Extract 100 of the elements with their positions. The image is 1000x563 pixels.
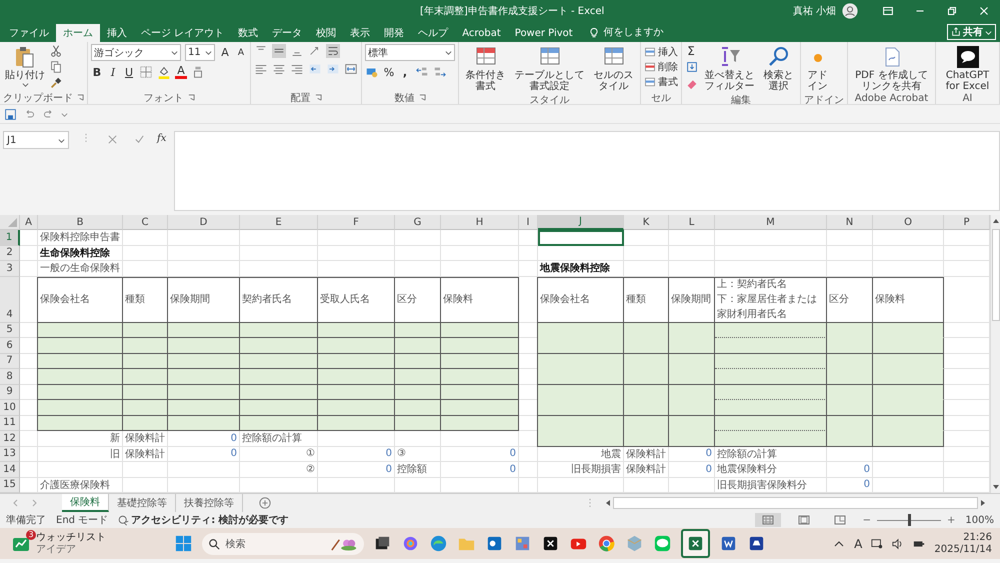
font-size-dropdown[interactable]: 11 — [185, 44, 215, 61]
column-header[interactable]: C — [123, 215, 168, 230]
group-label: アドイン — [804, 94, 844, 106]
edit-button[interactable]: 検索と選択 — [760, 44, 797, 93]
add-in-button[interactable]: アドイン — [804, 44, 831, 93]
chat-addin-button[interactable]: ChatGPT for Excel — [939, 44, 996, 93]
cells-button[interactable]: 挿入 — [644, 44, 678, 59]
row-header[interactable]: 12 — [0, 431, 20, 446]
row-header[interactable]: 8 — [0, 369, 20, 384]
sheet-cell: 保険料計 — [624, 446, 669, 462]
search-field[interactable]: 検索 — [202, 532, 364, 554]
bold-button[interactable]: B — [91, 66, 103, 78]
sheet-cell: 0 — [441, 446, 519, 462]
create-pdf-button[interactable]: PDF を作成してリンクを共有 — [851, 44, 932, 93]
ribbon-tab[interactable]: データ — [265, 24, 310, 42]
paste-button[interactable]: 貼り付け — [3, 44, 47, 89]
group-label: Adobe Acrobat — [854, 93, 928, 104]
percent-button[interactable]: % — [383, 66, 395, 78]
group-label: 数値 — [394, 92, 414, 104]
row-header[interactable]: 4 — [0, 276, 20, 322]
row-header[interactable]: 6 — [0, 338, 20, 354]
ribbon-tab[interactable]: Acrobat — [455, 24, 508, 42]
table-header-cell: 区分 — [395, 276, 441, 322]
tell-me-field[interactable]: 何をしますか — [604, 25, 664, 42]
zoom-level[interactable]: 100% — [965, 514, 994, 526]
column-header[interactable]: A — [20, 215, 38, 230]
sheet-tab[interactable]: 保険料 — [62, 494, 109, 512]
table-header-cell: 保険期間 — [669, 276, 715, 322]
row-header[interactable]: 13 — [0, 446, 20, 462]
zoom-in-button[interactable]: + — [947, 514, 956, 526]
ribbon-tab[interactable]: 表示 — [343, 24, 378, 42]
column-header[interactable]: B — [38, 215, 123, 230]
widget-button[interactable]: 3 ウォッチリスト アイデア — [12, 532, 106, 556]
row-header[interactable]: 10 — [0, 400, 20, 416]
row-header[interactable]: 14 — [0, 462, 20, 478]
input-method-indicator[interactable]: A — [854, 536, 862, 550]
row-header[interactable]: 1 — [0, 230, 20, 246]
column-header[interactable]: O — [873, 215, 944, 230]
accessibility-status[interactable]: アクセシビリティ: 検討が必要です — [131, 513, 289, 527]
ribbon-tab[interactable]: Power Pivot — [508, 24, 580, 42]
sheet-cell: 0 — [168, 431, 240, 446]
column-header[interactable]: M — [715, 215, 827, 230]
column-header[interactable]: N — [827, 215, 873, 230]
group-label: クリップボード — [3, 92, 73, 104]
share-button[interactable]: 共有 — [947, 24, 996, 40]
font-name-dropdown[interactable]: 游ゴシック — [91, 44, 181, 61]
row-header[interactable]: 11 — [0, 416, 20, 431]
column-header[interactable]: K — [624, 215, 669, 230]
sheet-cell: 保険料計 — [123, 431, 168, 446]
ribbon-tab[interactable]: ファイル — [2, 24, 56, 42]
table-header-cell: 保険会社名 — [38, 276, 123, 322]
ribbon-tab[interactable]: 開発 — [377, 24, 412, 42]
row-header[interactable]: 7 — [0, 354, 20, 369]
comma-style-button[interactable]: , — [399, 66, 411, 78]
insert-function-button[interactable]: fx — [157, 133, 166, 144]
shrink-font-button[interactable]: A — [235, 48, 247, 58]
column-header[interactable]: I — [519, 215, 538, 230]
table-header-cell: 保険料 — [441, 276, 519, 322]
style-button[interactable]: セルのスタイル — [590, 44, 637, 93]
cell-text: 下：家屋居住者または — [717, 292, 817, 307]
underline-button[interactable]: U — [123, 66, 135, 78]
group-label: 編集 — [731, 94, 751, 106]
cells-button[interactable]: 書式 — [644, 74, 678, 89]
widget-title: ウォッチリスト — [36, 532, 106, 544]
zoom-out-button[interactable]: − — [862, 514, 872, 526]
ribbon-tab[interactable]: ホーム — [56, 24, 100, 42]
style-button[interactable]: 条件付き書式 — [462, 44, 509, 93]
edit-button[interactable]: 並べ替えとフィルター — [701, 44, 758, 93]
row-header[interactable]: 2 — [0, 246, 20, 261]
column-header[interactable]: L — [669, 215, 715, 230]
column-header[interactable]: G — [395, 215, 441, 230]
clock[interactable]: 21:26 2025/11/14 — [934, 532, 992, 556]
ribbon-tab[interactable]: 数式 — [231, 24, 266, 42]
column-header[interactable]: J — [538, 215, 624, 230]
name-box[interactable]: J1 — [3, 131, 69, 149]
number-format-dropdown[interactable]: 標準 — [365, 44, 455, 61]
ribbon-tab[interactable]: ページ レイアウト — [134, 24, 232, 42]
ribbon-tab[interactable]: 校閲 — [309, 24, 344, 42]
column-header[interactable]: D — [168, 215, 240, 230]
italic-button[interactable]: I — [107, 66, 119, 78]
sheet-cell: 保険料控除申告書 — [38, 230, 123, 246]
style-button[interactable]: テーブルとして書式設定 — [511, 44, 588, 93]
row-header[interactable]: 3 — [0, 261, 20, 276]
autosum-button[interactable]: Σ — [685, 44, 697, 58]
column-header[interactable]: H — [441, 215, 519, 230]
ribbon-tab[interactable]: ヘルプ — [411, 24, 456, 42]
column-header[interactable]: P — [944, 215, 990, 230]
column-header[interactable]: F — [318, 215, 395, 230]
cells-button[interactable]: 削除 — [644, 59, 678, 74]
ribbon-tab[interactable]: 挿入 — [100, 24, 134, 42]
grow-font-button[interactable]: A — [219, 46, 231, 59]
widget-subtitle: アイデア — [36, 544, 77, 556]
font-color-button[interactable]: A — [175, 65, 187, 79]
group-label: フォント — [144, 92, 184, 104]
group-label: AI — [962, 93, 972, 104]
column-header[interactable]: E — [240, 215, 318, 230]
row-header[interactable]: 9 — [0, 384, 20, 400]
row-header[interactable]: 15 — [0, 478, 20, 493]
table-header-cell: 保険期間 — [168, 276, 240, 322]
row-header[interactable]: 5 — [0, 322, 20, 338]
